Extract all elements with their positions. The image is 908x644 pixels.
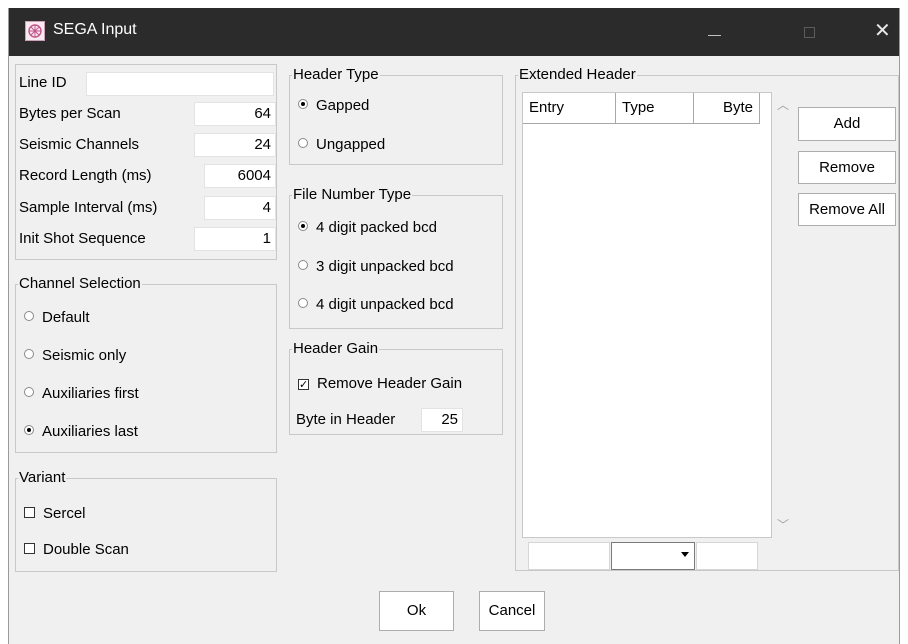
minimize-icon [708, 35, 721, 36]
dropdown-arrow-icon [681, 552, 689, 557]
init-shot-sequence-label: Init Shot Sequence [19, 230, 146, 247]
new-entry-input[interactable] [528, 542, 610, 570]
radio-selected-icon [24, 425, 34, 435]
radio-label: Ungapped [316, 136, 386, 153]
bytes-per-scan-label: Bytes per Scan [19, 105, 121, 122]
sample-interval-label: Sample Interval (ms) [19, 199, 158, 216]
sample-interval-input[interactable]: 4 [204, 196, 276, 220]
window-title: SEGA Input [53, 21, 137, 38]
checkbox-icon [24, 543, 35, 554]
close-button[interactable]: ✕ [857, 8, 899, 56]
radio-label: 4 digit packed bcd [316, 219, 437, 236]
new-byte-input[interactable] [696, 542, 758, 570]
extended-header-group: Extended Header Entry Type Byte ︿ ﹀ Add … [515, 66, 899, 571]
sega-input-dialog: SEGA Input ✕ Line ID Bytes per Scan 64 S… [8, 8, 900, 644]
maximize-button[interactable] [787, 8, 833, 56]
cancel-button[interactable]: Cancel [479, 591, 545, 631]
checkbox-label: Remove Header Gain [317, 375, 463, 392]
radio-4-digit-unpacked-bcd[interactable]: 4 digit unpacked bcd [298, 295, 454, 315]
maximize-icon [804, 27, 815, 38]
line-id-input[interactable] [86, 72, 274, 96]
column-header-type[interactable]: Type [616, 93, 694, 124]
seismic-channels-label: Seismic Channels [19, 136, 140, 153]
file-number-type-title: File Number Type [292, 186, 413, 204]
header-type-title: Header Type [292, 66, 380, 84]
channel-selection-group: Channel Selection Default Seismic only A… [15, 275, 277, 453]
radio-icon [24, 349, 34, 359]
close-icon: ✕ [874, 20, 891, 42]
sercel-checkbox[interactable]: Sercel [24, 504, 86, 524]
init-shot-sequence-input[interactable]: 1 [194, 227, 276, 251]
add-button[interactable]: Add [798, 107, 896, 141]
remove-all-button[interactable]: Remove All [798, 193, 896, 226]
radio-label: 4 digit unpacked bcd [316, 296, 454, 313]
radio-ungapped[interactable]: Ungapped [298, 135, 385, 155]
radio-gapped[interactable]: Gapped [298, 96, 369, 116]
checkbox-label: Double Scan [43, 541, 129, 558]
title-bar: SEGA Input ✕ [9, 8, 899, 56]
sega-app-icon [25, 21, 45, 41]
record-length-label: Record Length (ms) [19, 167, 152, 184]
radio-label: Auxiliaries first [42, 385, 139, 402]
double-scan-checkbox[interactable]: Double Scan [24, 540, 129, 560]
radio-auxiliaries-last[interactable]: Auxiliaries last [24, 422, 138, 442]
scroll-up-icon[interactable]: ︿ [777, 96, 789, 113]
bytes-per-scan-input[interactable]: 64 [194, 102, 276, 126]
file-number-type-group: File Number Type 4 digit packed bcd 3 di… [289, 186, 503, 329]
radio-label: Auxiliaries last [42, 423, 138, 440]
ok-button[interactable]: Ok [379, 591, 454, 631]
radio-label: Seismic only [42, 347, 127, 364]
radio-4-digit-packed-bcd[interactable]: 4 digit packed bcd [298, 218, 437, 238]
radio-selected-icon [298, 99, 308, 109]
checkbox-icon [24, 507, 35, 518]
column-header-entry[interactable]: Entry [523, 93, 616, 124]
radio-icon [298, 138, 308, 148]
radio-selected-icon [298, 221, 308, 231]
column-header-byte[interactable]: Byte [694, 93, 760, 124]
table-scrollbar[interactable]: ︿ ﹀ [772, 92, 792, 538]
radio-auxiliaries-first[interactable]: Auxiliaries first [24, 384, 139, 404]
radio-3-digit-unpacked-bcd[interactable]: 3 digit unpacked bcd [298, 257, 454, 277]
checkbox-label: Sercel [43, 505, 86, 522]
byte-in-header-label: Byte in Header [296, 411, 396, 428]
extended-header-title: Extended Header [518, 66, 637, 84]
radio-icon [298, 260, 308, 270]
variant-group: Variant Sercel Double Scan [15, 469, 277, 572]
new-type-select[interactable] [611, 542, 695, 570]
byte-in-header-input[interactable]: 25 [421, 408, 463, 432]
parameters-group: Line ID Bytes per Scan 64 Seismic Channe… [15, 64, 277, 260]
remove-header-gain-checkbox[interactable]: ✓ Remove Header Gain [298, 374, 462, 394]
radio-label: Gapped [316, 97, 370, 114]
header-type-group: Header Type Gapped Ungapped [289, 66, 503, 165]
radio-default[interactable]: Default [24, 308, 90, 328]
minimize-button[interactable] [691, 8, 737, 56]
radio-label: Default [42, 309, 90, 326]
radio-icon [24, 311, 34, 321]
record-length-input[interactable]: 6004 [204, 164, 276, 188]
line-id-label: Line ID [19, 74, 67, 91]
checkbox-checked-icon: ✓ [298, 379, 309, 391]
header-gain-group: Header Gain ✓ Remove Header Gain Byte in … [289, 340, 503, 435]
radio-label: 3 digit unpacked bcd [316, 258, 454, 275]
header-gain-title: Header Gain [292, 340, 380, 358]
seismic-channels-input[interactable]: 24 [194, 133, 276, 157]
radio-icon [24, 387, 34, 397]
channel-selection-title: Channel Selection [18, 275, 142, 293]
remove-button[interactable]: Remove [798, 151, 896, 184]
radio-icon [298, 298, 308, 308]
radio-seismic-only[interactable]: Seismic only [24, 346, 126, 366]
extended-header-table[interactable]: Entry Type Byte [522, 92, 772, 538]
scroll-down-icon[interactable]: ﹀ [777, 516, 789, 533]
variant-title: Variant [18, 469, 67, 487]
